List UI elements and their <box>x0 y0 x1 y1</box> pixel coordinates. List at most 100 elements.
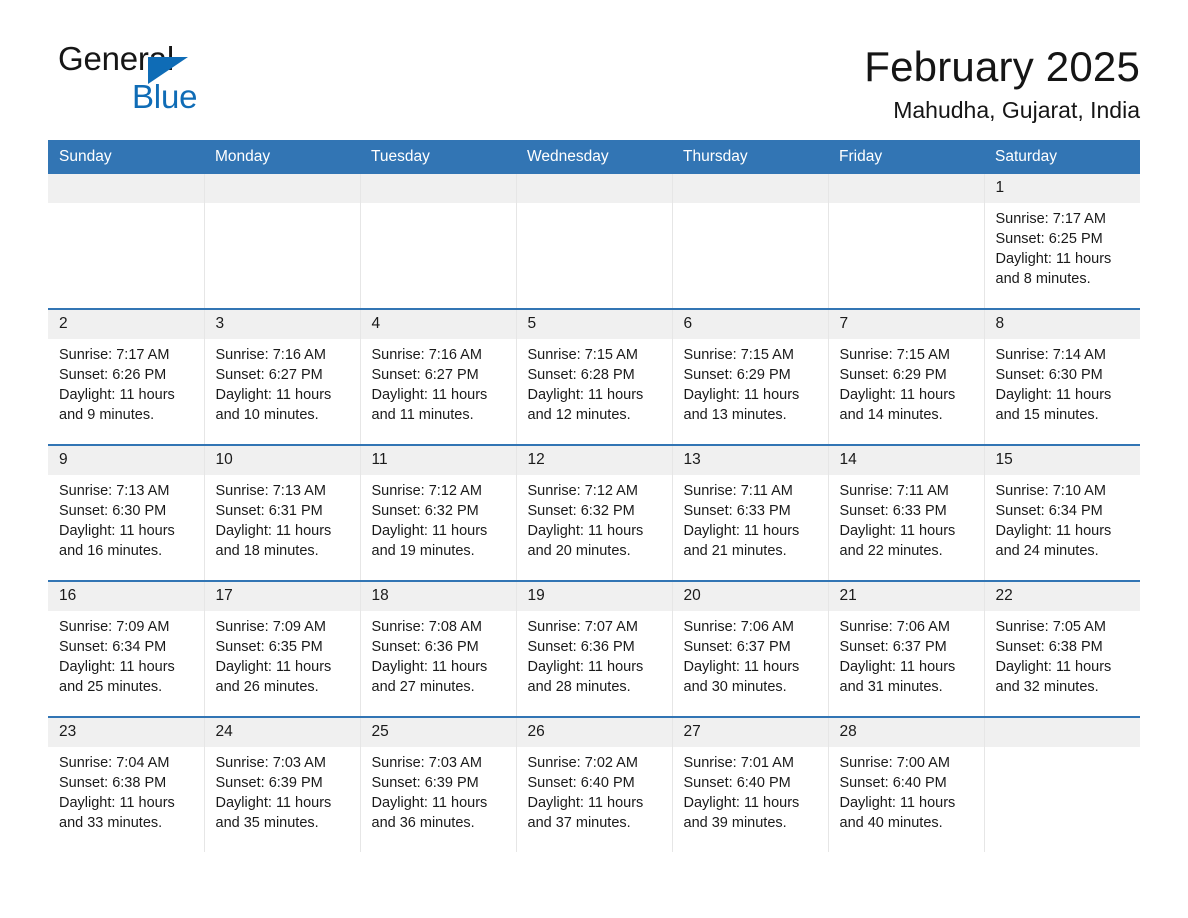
day-details: Sunrise: 7:12 AM Sunset: 6:32 PM Daylight:… <box>517 475 672 562</box>
sunset-text: Sunset: 6:29 PM <box>683 366 791 383</box>
weekday-header-wednesday: Wednesday <box>516 139 672 174</box>
daylight-text: Daylight: 11 hours and 8 minutes. <box>995 251 1112 288</box>
sunset-text: Sunset: 6:33 PM <box>683 502 791 519</box>
day-number: 28 <box>828 717 984 747</box>
sunrise-text: Sunrise: 7:14 AM <box>995 346 1106 363</box>
calendar-day-cell[interactable]: 1 Sunrise: 7:17 AM Sunset: 6:25 PM Daylight… <box>983 173 1140 309</box>
calendar-header-row: Sunday Monday Tuesday Wednesday Thursday… <box>48 139 1140 174</box>
daylight-text: Daylight: 11 hours and 35 minutes. <box>215 795 332 832</box>
sunrise-text: Sunrise: 7:13 AM <box>215 482 326 499</box>
daylight-text: Daylight: 11 hours and 12 minutes. <box>527 387 644 424</box>
calendar-day-cell[interactable]: 11 Sunrise: 7:12 AM Sunset: 6:32 PM Dayligh… <box>359 443 516 581</box>
calendar-empty-cell <box>48 173 204 309</box>
calendar-week-row: 16 Sunrise: 7:09 AM Sunset: 6:34 PM Dayligh… <box>48 579 1140 717</box>
day-number: 1 <box>984 173 1140 203</box>
day-details: Sunrise: 7:15 AM Sunset: 6:29 PM Daylight:… <box>673 339 828 426</box>
sunset-text: Sunset: 6:27 PM <box>215 366 323 383</box>
sunrise-text: Sunrise: 7:06 AM <box>683 618 794 635</box>
calendar-day-cell[interactable]: 10 Sunrise: 7:13 AM Sunset: 6:31 PM Dayligh… <box>203 443 360 581</box>
calendar-day-cell[interactable]: 20 Sunrise: 7:06 AM Sunset: 6:37 PM Dayligh… <box>671 579 828 717</box>
daylight-text: Daylight: 11 hours and 27 minutes. <box>371 659 488 696</box>
calendar-day-cell[interactable]: 3 Sunrise: 7:16 AM Sunset: 6:27 PM Daylight… <box>203 307 360 445</box>
sunrise-text: Sunrise: 7:16 AM <box>371 346 482 363</box>
calendar-day-cell[interactable]: 5 Sunrise: 7:15 AM Sunset: 6:28 PM Daylight… <box>515 307 672 445</box>
sunrise-text: Sunrise: 7:15 AM <box>527 346 638 363</box>
sunset-text: Sunset: 6:32 PM <box>527 502 635 519</box>
day-number: 22 <box>984 581 1140 611</box>
calendar-empty-cell <box>827 173 984 309</box>
day-details: Sunrise: 7:06 AM Sunset: 6:37 PM Daylight:… <box>673 611 828 698</box>
daylight-text: Daylight: 11 hours and 16 minutes. <box>59 523 175 560</box>
page-subtitle: Mahudha, Gujarat, India <box>893 97 1140 124</box>
day-number: 12 <box>516 445 672 475</box>
sunrise-text: Sunrise: 7:07 AM <box>527 618 638 635</box>
daylight-text: Daylight: 11 hours and 32 minutes. <box>995 659 1112 696</box>
sunset-text: Sunset: 6:36 PM <box>527 638 635 655</box>
calendar-day-cell[interactable]: 4 Sunrise: 7:16 AM Sunset: 6:27 PM Daylight… <box>359 307 516 445</box>
daylight-text: Daylight: 11 hours and 14 minutes. <box>839 387 956 424</box>
sunset-text: Sunset: 6:39 PM <box>215 774 323 791</box>
calendar-day-cell[interactable]: 16 Sunrise: 7:09 AM Sunset: 6:34 PM Dayligh… <box>48 579 204 717</box>
sunrise-text: Sunrise: 7:02 AM <box>527 754 638 771</box>
day-number: 16 <box>48 581 204 611</box>
weekday-header-friday: Friday <box>828 139 984 174</box>
sunrise-text: Sunrise: 7:03 AM <box>371 754 482 771</box>
calendar-day-cell[interactable]: 22 Sunrise: 7:05 AM Sunset: 6:38 PM Dayligh… <box>983 579 1140 717</box>
sunset-text: Sunset: 6:32 PM <box>371 502 479 519</box>
day-details: Sunrise: 7:14 AM Sunset: 6:30 PM Daylight:… <box>985 339 1141 426</box>
day-number <box>360 173 516 203</box>
day-details: Sunrise: 7:07 AM Sunset: 6:36 PM Daylight:… <box>517 611 672 698</box>
calendar-day-cell[interactable]: 8 Sunrise: 7:14 AM Sunset: 6:30 PM Daylight… <box>983 307 1141 445</box>
generalblue-logo[interactable]: General Blue <box>48 42 268 120</box>
day-details: Sunrise: 7:10 AM Sunset: 6:34 PM Daylight:… <box>985 475 1141 562</box>
calendar-day-cell[interactable]: 6 Sunrise: 7:15 AM Sunset: 6:29 PM Daylight… <box>671 307 828 445</box>
day-number <box>48 173 204 203</box>
sunrise-text: Sunrise: 7:13 AM <box>59 482 170 499</box>
sunset-text: Sunset: 6:38 PM <box>995 638 1103 655</box>
calendar-day-cell[interactable]: 2 Sunrise: 7:17 AM Sunset: 6:26 PM Daylight… <box>48 307 204 445</box>
calendar-day-cell[interactable]: 19 Sunrise: 7:07 AM Sunset: 6:36 PM Dayligh… <box>515 579 672 717</box>
calendar-day-cell[interactable]: 28 Sunrise: 7:00 AM Sunset: 6:40 PM Dayligh… <box>827 715 984 852</box>
calendar-day-cell[interactable]: 27 Sunrise: 7:01 AM Sunset: 6:40 PM Dayligh… <box>671 715 828 852</box>
sunrise-text: Sunrise: 7:11 AM <box>683 482 793 499</box>
calendar-day-cell[interactable]: 9 Sunrise: 7:13 AM Sunset: 6:30 PM Daylight… <box>48 443 204 581</box>
sunrise-text: Sunrise: 7:10 AM <box>995 482 1106 499</box>
sunrise-text: Sunrise: 7:12 AM <box>527 482 638 499</box>
day-number: 25 <box>360 717 516 747</box>
calendar-day-cell[interactable]: 24 Sunrise: 7:03 AM Sunset: 6:39 PM Dayligh… <box>203 715 360 852</box>
daylight-text: Daylight: 11 hours and 25 minutes. <box>59 659 175 696</box>
calendar-day-cell[interactable]: 15 Sunrise: 7:10 AM Sunset: 6:34 PM Dayligh… <box>983 443 1141 581</box>
daylight-text: Daylight: 11 hours and 33 minutes. <box>59 795 175 832</box>
calendar-empty-cell <box>515 173 672 309</box>
calendar-day-cell[interactable]: 25 Sunrise: 7:03 AM Sunset: 6:39 PM Dayligh… <box>359 715 516 852</box>
calendar-empty-cell <box>671 173 828 309</box>
sunrise-text: Sunrise: 7:00 AM <box>839 754 950 771</box>
calendar-day-cell[interactable]: 18 Sunrise: 7:08 AM Sunset: 6:36 PM Dayligh… <box>359 579 516 717</box>
sunset-text: Sunset: 6:37 PM <box>683 638 791 655</box>
sunrise-text: Sunrise: 7:11 AM <box>839 482 949 499</box>
sunset-text: Sunset: 6:37 PM <box>839 638 947 655</box>
day-details: Sunrise: 7:06 AM Sunset: 6:37 PM Daylight:… <box>829 611 984 698</box>
calendar-day-cell[interactable]: 7 Sunrise: 7:15 AM Sunset: 6:29 PM Daylight… <box>827 307 984 445</box>
calendar-day-cell[interactable]: 23 Sunrise: 7:04 AM Sunset: 6:38 PM Dayligh… <box>48 715 204 852</box>
sunset-text: Sunset: 6:25 PM <box>995 230 1103 247</box>
calendar-day-cell[interactable]: 26 Sunrise: 7:02 AM Sunset: 6:40 PM Dayligh… <box>515 715 672 852</box>
calendar-day-cell[interactable]: 12 Sunrise: 7:12 AM Sunset: 6:32 PM Dayligh… <box>515 443 672 581</box>
day-details: Sunrise: 7:03 AM Sunset: 6:39 PM Daylight:… <box>205 747 360 834</box>
calendar-day-cell[interactable]: 21 Sunrise: 7:06 AM Sunset: 6:37 PM Dayligh… <box>827 579 984 717</box>
daylight-text: Daylight: 11 hours and 28 minutes. <box>527 659 644 696</box>
calendar-day-cell[interactable]: 13 Sunrise: 7:11 AM Sunset: 6:33 PM Dayligh… <box>671 443 828 581</box>
day-number: 10 <box>204 445 360 475</box>
calendar-day-cell[interactable]: 17 Sunrise: 7:09 AM Sunset: 6:35 PM Dayligh… <box>203 579 360 717</box>
day-number: 5 <box>516 309 672 339</box>
calendar-week-row: 23 Sunrise: 7:04 AM Sunset: 6:38 PM Dayligh… <box>48 715 1140 852</box>
sunrise-text: Sunrise: 7:17 AM <box>995 210 1106 227</box>
day-details: Sunrise: 7:16 AM Sunset: 6:27 PM Daylight:… <box>361 339 516 426</box>
calendar-day-cell[interactable]: 14 Sunrise: 7:11 AM Sunset: 6:33 PM Dayligh… <box>827 443 984 581</box>
logo-text-blue: Blue <box>132 78 198 115</box>
sunrise-text: Sunrise: 7:12 AM <box>371 482 482 499</box>
sunset-text: Sunset: 6:30 PM <box>59 502 167 519</box>
sunrise-text: Sunrise: 7:04 AM <box>59 754 170 771</box>
day-details: Sunrise: 7:17 AM Sunset: 6:26 PM Daylight:… <box>48 339 204 426</box>
sunrise-text: Sunrise: 7:09 AM <box>59 618 170 635</box>
